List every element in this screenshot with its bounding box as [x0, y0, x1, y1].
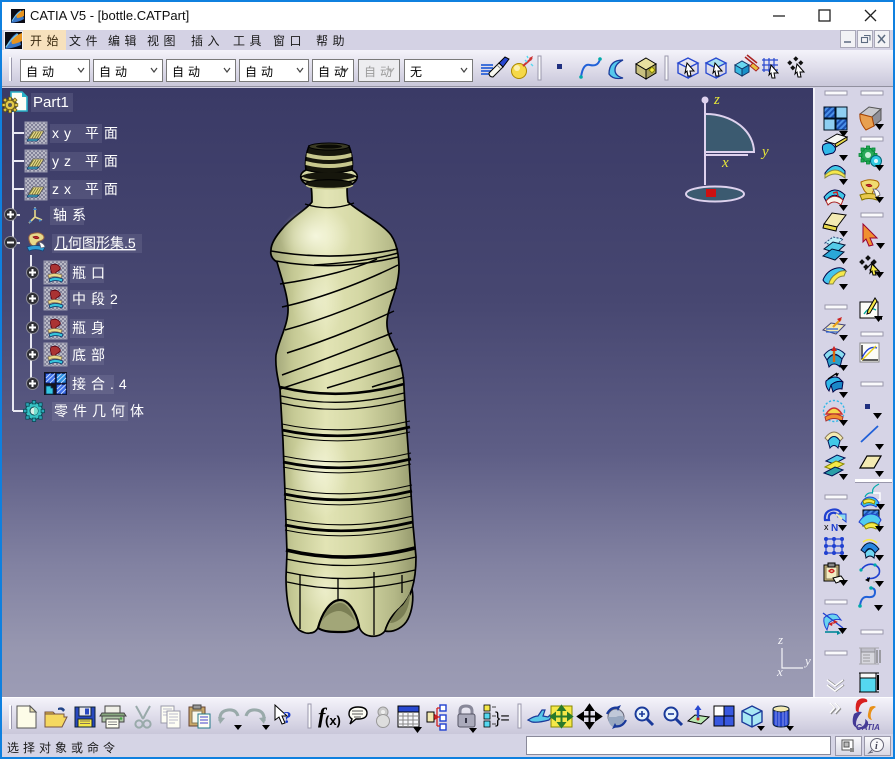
svg-text:?: ? — [283, 708, 292, 727]
svg-text:(x): (x) — [325, 713, 341, 728]
svg-text:z: z — [713, 92, 720, 108]
svg-text:}=: }= — [495, 710, 510, 727]
svg-text:接合.4: 接合.4 — [72, 376, 132, 392]
svg-text:轴系: 轴系 — [53, 207, 91, 223]
svg-text:i: i — [875, 741, 878, 752]
svg-text:x: x — [721, 155, 729, 171]
svg-text:中段2: 中段2 — [72, 291, 123, 307]
svg-text:底部: 底部 — [72, 347, 110, 363]
svg-text:y: y — [803, 653, 811, 668]
svg-text:瓶身: 瓶身 — [72, 320, 110, 336]
svg-text:x: x — [776, 664, 783, 678]
svg-text:瓶口: 瓶口 — [72, 265, 110, 281]
svg-text:zx 平面: zx 平面 — [52, 181, 123, 197]
svg-text:z: z — [777, 632, 783, 647]
svg-text:零件几何体: 零件几何体 — [54, 403, 149, 419]
svg-text:Part1: Part1 — [33, 94, 69, 111]
svg-text:N: N — [831, 523, 838, 534]
svg-text:yz 平面: yz 平面 — [52, 153, 123, 169]
svg-text:x: x — [824, 522, 829, 532]
svg-text:xy 平面: xy 平面 — [52, 125, 123, 141]
svg-text:y: y — [760, 144, 769, 160]
svg-text:几何图形集.5: 几何图形集.5 — [54, 235, 136, 251]
svg-text:CATIA: CATIA — [856, 723, 880, 732]
